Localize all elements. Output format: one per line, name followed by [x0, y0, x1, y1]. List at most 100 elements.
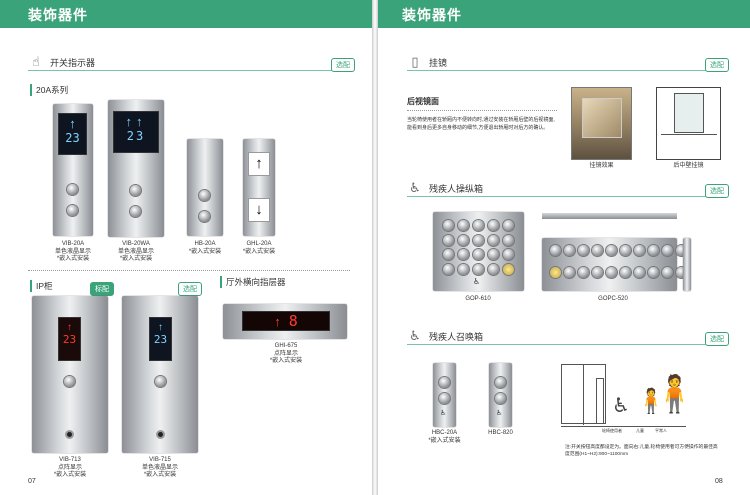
floor-button[interactable]	[488, 234, 499, 246]
floor-button[interactable]	[443, 220, 454, 231]
door-split-line	[583, 365, 584, 425]
floor-button[interactable]	[503, 220, 514, 231]
floor-button[interactable]	[473, 263, 484, 275]
alarm-button[interactable]	[550, 266, 561, 278]
hb-20a-install: *嵌入式安装	[188, 248, 222, 255]
call-button[interactable]	[67, 205, 78, 216]
ghi-675-caption: GHI-675 点阵显示 *嵌入式安装	[251, 343, 321, 366]
floor-button[interactable]	[443, 263, 454, 275]
section-cop-rule	[407, 196, 725, 197]
wheelchair-icon: ♿	[496, 410, 503, 417]
vib-20a-panel: ↑ 23	[53, 104, 93, 236]
ghi-675-digit: 8	[288, 312, 298, 330]
key-switch[interactable]	[156, 430, 165, 439]
gopc-520-top-edge	[542, 213, 677, 219]
vib-715-install: *嵌入式安装	[143, 472, 177, 478]
ghl-20a-panel: ↑ ↓	[243, 139, 275, 236]
floor-button[interactable]	[458, 220, 469, 231]
section-disabled-cop: ♿ 残疾人操纵箱	[407, 180, 483, 196]
label-wheelchair-user: 轮椅使用者	[602, 428, 622, 433]
floor-button[interactable]	[592, 245, 603, 256]
call-button[interactable]	[495, 377, 506, 388]
ghl-20a-caption: GHL-20A *嵌入式安装	[229, 241, 289, 256]
call-button[interactable]	[130, 206, 141, 217]
floor-button[interactable]	[648, 245, 659, 256]
floor-button[interactable]	[443, 249, 454, 260]
floor-button[interactable]	[503, 234, 514, 246]
key-switch[interactable]	[65, 430, 74, 439]
vib-715-panel: ↑ 23	[122, 296, 198, 453]
hbc-20a-install: *嵌入式安装	[428, 437, 461, 444]
vib-20a-caption: VIB-20A 单色液晶显示 *嵌入式安装	[38, 241, 108, 264]
call-box-outline	[596, 378, 604, 424]
wheelchair-icon: ♿	[409, 180, 421, 195]
hall-indicator-label: 厅外横向指层器	[220, 276, 286, 288]
arrow-up-icon: ↑	[67, 322, 72, 333]
floor-button[interactable]	[488, 220, 499, 231]
alarm-button[interactable]	[503, 263, 514, 275]
floor-button[interactable]	[564, 266, 575, 278]
call-button[interactable]	[199, 211, 210, 222]
floor-button[interactable]	[458, 249, 469, 260]
wheelchair-user-figure: ♿	[612, 395, 630, 417]
mirror-subtitle: 后视镜面	[407, 97, 439, 106]
vib-20a-screen: ↑ 23	[58, 113, 87, 155]
floor-button[interactable]	[634, 245, 645, 256]
floor-button[interactable]	[488, 249, 499, 260]
section-mirror-title: 挂镜	[429, 57, 448, 68]
section-switch-rule	[28, 70, 350, 71]
ghl-20a-install: *嵌入式安装	[242, 248, 276, 255]
floor-button[interactable]	[606, 266, 617, 278]
wheelchair-icon: ♿	[409, 328, 421, 343]
floor-button[interactable]	[458, 263, 469, 275]
floor-button[interactable]	[473, 234, 484, 246]
floor-button[interactable]	[443, 234, 454, 246]
floor-button[interactable]	[606, 245, 617, 256]
call-button[interactable]	[439, 393, 450, 404]
vib-20wa-desc: 单色液晶显示	[117, 248, 154, 255]
call-button[interactable]	[155, 376, 166, 387]
floor-button[interactable]	[473, 249, 484, 260]
tag-optional-ip: 选配	[178, 282, 202, 296]
floor-button[interactable]	[458, 234, 469, 246]
arrow-down-icon: ↓	[248, 198, 270, 222]
floor-button[interactable]	[564, 245, 575, 256]
call-button[interactable]	[64, 376, 75, 387]
call-button[interactable]	[439, 377, 450, 388]
mirror-install-caption: 后中壁挂镜	[673, 163, 704, 169]
vib-713-desc: 点阵显示	[57, 464, 82, 471]
call-button[interactable]	[495, 393, 506, 404]
hbc-820-panel: ♿	[489, 363, 512, 427]
floor-button[interactable]	[592, 266, 603, 278]
mirror-outline	[674, 93, 704, 133]
hand-press-icon: ☝	[32, 54, 40, 69]
call-button[interactable]	[130, 185, 141, 196]
vib-20a-model: VIB-20A	[61, 241, 85, 247]
section-disabled-call-title: 残疾人召唤箱	[429, 331, 484, 342]
floor-button[interactable]	[648, 266, 659, 278]
call-button[interactable]	[199, 190, 210, 201]
floor-button[interactable]	[578, 245, 589, 256]
floor-button[interactable]	[578, 266, 589, 278]
mirror-reflection	[582, 98, 622, 138]
tag-optional-switch: 选配	[331, 58, 355, 72]
floor-button[interactable]	[662, 266, 673, 278]
hbc-20a-caption: HBC-20A *嵌入式安装	[417, 430, 472, 445]
vib-20a-install: *嵌入式安装	[56, 256, 90, 262]
floor-button[interactable]	[662, 245, 673, 256]
hbc-20a-panel: ♿	[433, 363, 456, 427]
floor-button[interactable]	[503, 249, 514, 260]
floor-button[interactable]	[473, 220, 484, 231]
floor-button[interactable]	[620, 245, 631, 256]
floor-button[interactable]	[634, 266, 645, 278]
hb-20a-model: HB-20A	[194, 241, 216, 247]
floor-button[interactable]	[550, 245, 561, 256]
floor-button[interactable]	[620, 266, 631, 278]
vib-20wa-model: VIB-20WA	[122, 241, 150, 247]
floor-button[interactable]	[488, 263, 499, 275]
right-page-title: 装饰器件	[402, 7, 462, 23]
wheelchair-icon: ♿	[440, 410, 447, 417]
vib-713-panel: ↑ 23	[32, 296, 108, 453]
call-button[interactable]	[67, 184, 78, 195]
mirror-install-diagram	[656, 87, 721, 160]
